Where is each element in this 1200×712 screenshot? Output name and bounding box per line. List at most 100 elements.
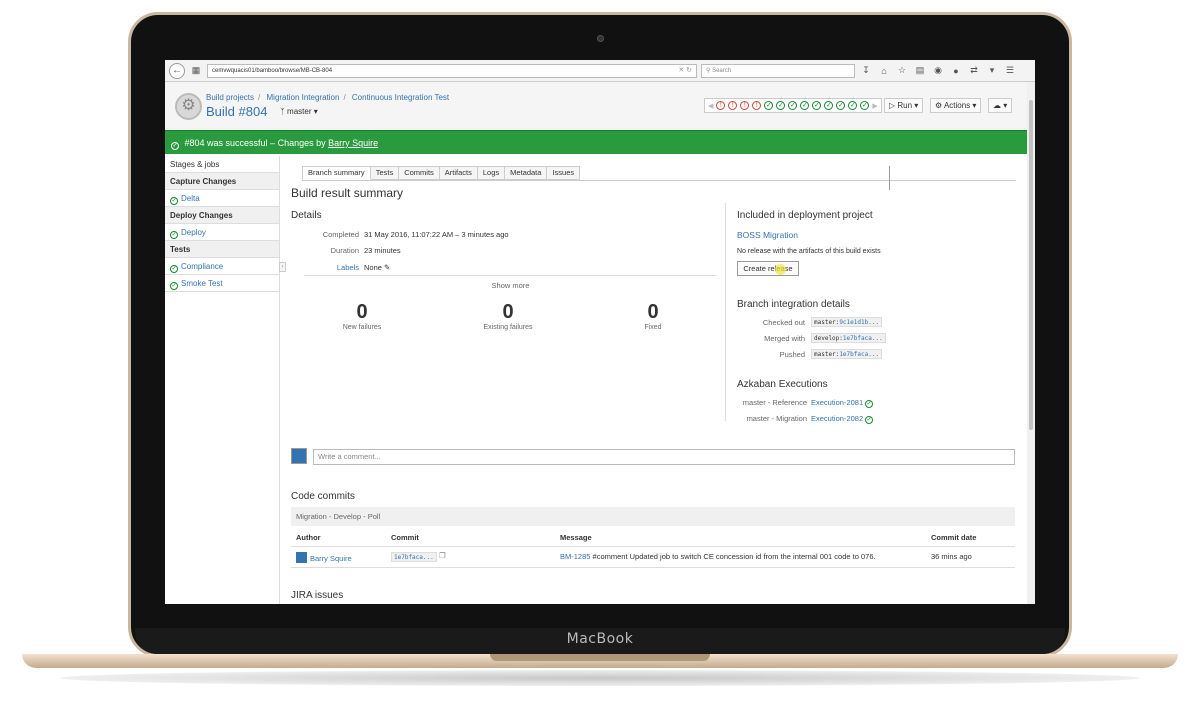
commit-hash[interactable]: 1e7bfaca... [391, 552, 437, 562]
duration-label: Duration [330, 246, 359, 255]
branch-commit-ref[interactable]: master:1e7bfaca... [811, 349, 883, 359]
stat-new-failures: 0 New failures [322, 301, 402, 331]
build-failed-icon[interactable]: ! [716, 101, 726, 110]
branch-name: master [287, 107, 312, 116]
reload-icon[interactable]: ✕ ↻ [678, 65, 692, 77]
build-failed-icon[interactable]: ! [752, 101, 762, 110]
sidebar-job-item[interactable]: ✓ Delta [165, 190, 279, 207]
grid-icon[interactable]: ▦ [189, 65, 203, 76]
build-success-icon[interactable]: ✓ [836, 101, 846, 110]
comment-input[interactable]: Write a comment... [313, 449, 1015, 465]
completed-value: 31 May 2016, 11:07:22 AM – 3 minutes ago [364, 230, 509, 239]
sidebar-job-item[interactable]: ✓ Compliance [165, 258, 279, 275]
back-icon[interactable]: ← [169, 62, 185, 79]
branch-ref-name: master [814, 351, 836, 358]
tab-tests[interactable]: Tests [370, 166, 400, 180]
branch-commit-ref[interactable]: develop:1e7bfaca... [811, 333, 886, 343]
collapse-sidebar-icon[interactable]: ‹ [279, 262, 286, 272]
stage-header: Deploy Changes [165, 207, 279, 224]
stat-label: Fixed [644, 324, 662, 331]
share-button[interactable]: ☁ ▾ [988, 98, 1013, 113]
actions-button[interactable]: ⚙ Actions ▾ [930, 98, 982, 113]
build-success-icon[interactable]: ✓ [848, 101, 858, 110]
next-arrow-icon[interactable]: ▶ [872, 102, 877, 110]
build-failed-icon[interactable]: ! [740, 101, 750, 110]
breadcrumb-migration-integration[interactable]: Migration Integration [267, 93, 340, 102]
home-icon[interactable]: ⌂ [877, 66, 891, 76]
jira-issue-link[interactable]: BM-1285 [560, 552, 590, 561]
stages-sidebar: Stages & jobs Capture Changes ✓ Delta Deploy… [165, 156, 280, 604]
more-icon[interactable]: ▾ [985, 65, 999, 76]
execution-link[interactable]: Execution-2081 [811, 398, 863, 407]
execution-link[interactable]: Execution-2082 [811, 414, 863, 423]
stat-label: Existing failures [483, 324, 533, 331]
tab-artifacts[interactable]: Artifacts [439, 166, 478, 180]
branch-commit-ref[interactable]: master:9c1e1d1b... [811, 317, 883, 327]
laptop-shadow [60, 670, 1140, 686]
branch-ref-name: master [814, 319, 836, 326]
bookmark-star-icon[interactable]: ☆ [895, 65, 909, 76]
commit-hash: 1e7bfaca... [839, 351, 880, 358]
build-success-icon[interactable]: ✓ [812, 101, 822, 110]
commit-author[interactable]: Barry Squire [296, 552, 352, 563]
menu-icon[interactable]: ☰ [1003, 65, 1017, 76]
sidebar-job-item[interactable]: ✓ Smoke Test [165, 275, 279, 292]
branch-integration-heading: Branch integration details [737, 299, 850, 310]
build-success-icon[interactable]: ✓ [860, 101, 870, 110]
run-button[interactable]: ▷ Run ▾ [884, 98, 924, 113]
build-success-icon[interactable]: ✓ [776, 101, 786, 110]
code-commits-heading: Code commits [291, 491, 355, 502]
deployment-project-link[interactable]: BOSS Migration [737, 230, 798, 240]
url-bar[interactable]: cemvwquacis01/bamboo/browse/MB-CB-804 ✕ … [207, 63, 697, 78]
table-divider [291, 567, 1015, 568]
build-success-icon[interactable]: ✓ [788, 101, 798, 110]
success-banner: ✓ #804 was successful – Changes by Barry… [165, 130, 1027, 154]
clipboard-icon[interactable]: ▤ [913, 65, 927, 76]
build-failed-icon[interactable]: ! [728, 101, 738, 110]
deployment-note: No release with the artifacts of this bu… [737, 248, 881, 255]
avatar [291, 448, 307, 464]
download-icon[interactable]: ↧ [859, 65, 873, 76]
screen: ← ▦ cemvwquacis01/bamboo/browse/MB-CB-80… [165, 60, 1035, 604]
repository-name: Migration - Develop - Poll [291, 507, 1015, 526]
breadcrumb-build-projects[interactable]: Build projects [206, 93, 254, 102]
tab-bar: Branch summary Tests Commits Artifacts Logs M… [302, 166, 581, 180]
tab-branch-summary[interactable]: Branch summary [302, 166, 371, 180]
stage-header: Capture Changes [165, 173, 279, 190]
branch-ref-name: develop [814, 335, 840, 342]
azkaban-label: master - Migration [746, 414, 807, 423]
edit-pencil-icon[interactable]: ✎ [384, 263, 390, 272]
sidebar-job-item[interactable]: ✓ Deploy [165, 224, 279, 241]
page-title: Build #804 [206, 104, 268, 119]
breadcrumb-ci-test[interactable]: Continuous Integration Test [352, 93, 449, 102]
tab-logs[interactable]: Logs [477, 166, 506, 180]
pocket-icon[interactable]: ◉ [931, 65, 945, 76]
build-success-icon[interactable]: ✓ [824, 101, 834, 110]
col-commit-date: Commit date [931, 533, 977, 542]
create-release-button[interactable]: Create release [737, 261, 799, 276]
browser-toolbar: ← ▦ cemvwquacis01/bamboo/browse/MB-CB-80… [165, 60, 1035, 82]
copy-icon[interactable]: ❐ [439, 551, 446, 560]
reader-icon[interactable]: ⇄ [967, 65, 981, 76]
build-success-icon[interactable]: ✓ [764, 101, 774, 110]
labels-label[interactable]: Labels [291, 263, 359, 272]
tab-commits[interactable]: Commits [399, 166, 440, 180]
column-divider [725, 203, 726, 421]
col-author: Author [296, 533, 321, 542]
azkaban-label: master - Reference [742, 398, 807, 407]
tab-issues[interactable]: Issues [547, 166, 581, 180]
search-input[interactable]: ⚲ Search [701, 63, 855, 78]
stat-value: 0 [647, 301, 659, 323]
banner-author-link[interactable]: Barry Squire [328, 138, 378, 148]
col-message: Message [560, 533, 592, 542]
build-success-icon[interactable]: ✓ [800, 101, 810, 110]
previous-arrow-icon[interactable]: ◀ [708, 102, 713, 110]
show-more-link[interactable]: Show more [304, 275, 717, 290]
main-content: Branch summary Tests Commits Artifacts Logs M… [291, 156, 1027, 604]
tab-metadata[interactable]: Metadata [505, 166, 548, 180]
extension-icon[interactable]: ● [949, 66, 963, 76]
sidebar-item-stages[interactable]: Stages & jobs [165, 156, 279, 173]
scrollbar-thumb[interactable] [1029, 100, 1033, 430]
branch-selector[interactable]: ᛉ master ▾ [280, 107, 318, 116]
sidebar-item-label: Compliance [181, 262, 224, 271]
